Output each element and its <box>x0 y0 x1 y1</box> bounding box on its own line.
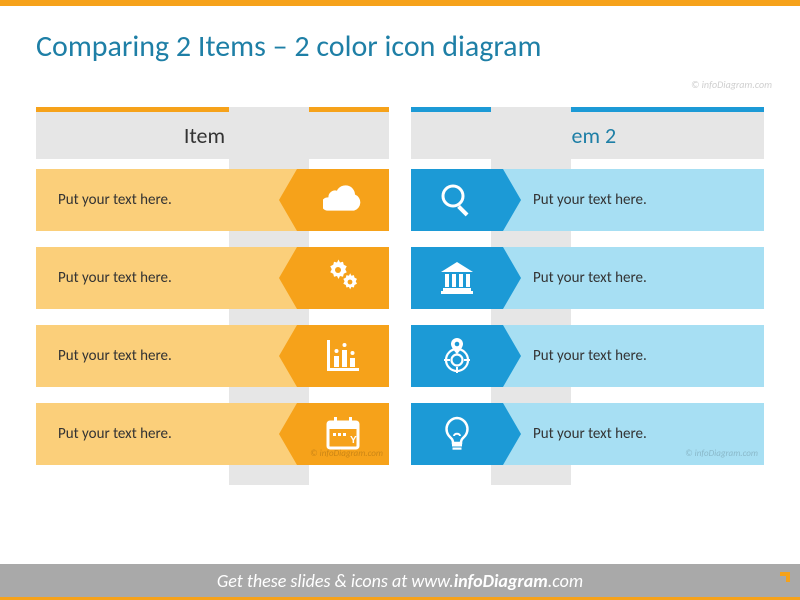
footer-corner-icon <box>774 572 790 588</box>
watermark-top: © infoDiagram.com <box>691 78 772 91</box>
footer-banner: Get these slides & icons at www.infoDiag… <box>0 564 800 600</box>
item-icon-box <box>297 325 389 387</box>
item-text: Put your text here. <box>503 247 764 309</box>
footer-brand-tld: .com <box>548 570 583 592</box>
item-text: Put your text here. <box>36 247 297 309</box>
item-text: Put your text here. <box>36 403 297 465</box>
item-icon-box <box>411 325 503 387</box>
footer-brand-www: www. <box>411 570 453 592</box>
column-heading: Item 2 <box>411 112 764 159</box>
list-item: Put your text here. © infoDiagram.com <box>411 403 764 465</box>
target-pin-icon <box>437 336 477 376</box>
item-text: Put your text here. <box>503 169 764 231</box>
item-icon-box <box>297 247 389 309</box>
column-item-2: Item 2 Put your text here. Put your text… <box>411 107 764 485</box>
gears-icon <box>323 258 363 298</box>
item-icon-box <box>411 403 503 465</box>
list-item: Put your text here. © infoDiagram.com <box>36 403 389 465</box>
watermark-row: © infoDiagram.com <box>685 448 758 459</box>
magnifier-icon <box>437 180 477 220</box>
comparison-stage: Item 1 Put your text here. Put your text… <box>36 107 764 485</box>
bank-icon <box>437 258 477 298</box>
lightbulb-icon <box>437 414 477 454</box>
list-item: Put your text here. <box>36 169 389 231</box>
watermark-row: © infoDiagram.com <box>310 448 383 459</box>
list-item: Put your text here. <box>36 325 389 387</box>
item-icon-box <box>411 247 503 309</box>
bar-chart-icon <box>323 336 363 376</box>
item-icon-box <box>411 169 503 231</box>
column-heading: Item 1 <box>36 112 389 159</box>
list-item: Put your text here. <box>411 169 764 231</box>
item-text: Put your text here. <box>36 325 297 387</box>
list-item: Put your text here. <box>411 325 764 387</box>
slide-title: Comparing 2 Items – 2 color icon diagram <box>0 6 800 71</box>
list-item: Put your text here. <box>411 247 764 309</box>
footer-text-prefix: Get these slides & icons at <box>217 570 411 592</box>
item-icon-box <box>297 169 389 231</box>
list-item: Put your text here. <box>36 247 389 309</box>
cloud-icon <box>323 180 363 220</box>
item-text: Put your text here. <box>36 169 297 231</box>
footer-brand-name: infoDiagram <box>454 570 548 592</box>
column-item-1: Item 1 Put your text here. Put your text… <box>36 107 389 485</box>
item-text: Put your text here. <box>503 325 764 387</box>
